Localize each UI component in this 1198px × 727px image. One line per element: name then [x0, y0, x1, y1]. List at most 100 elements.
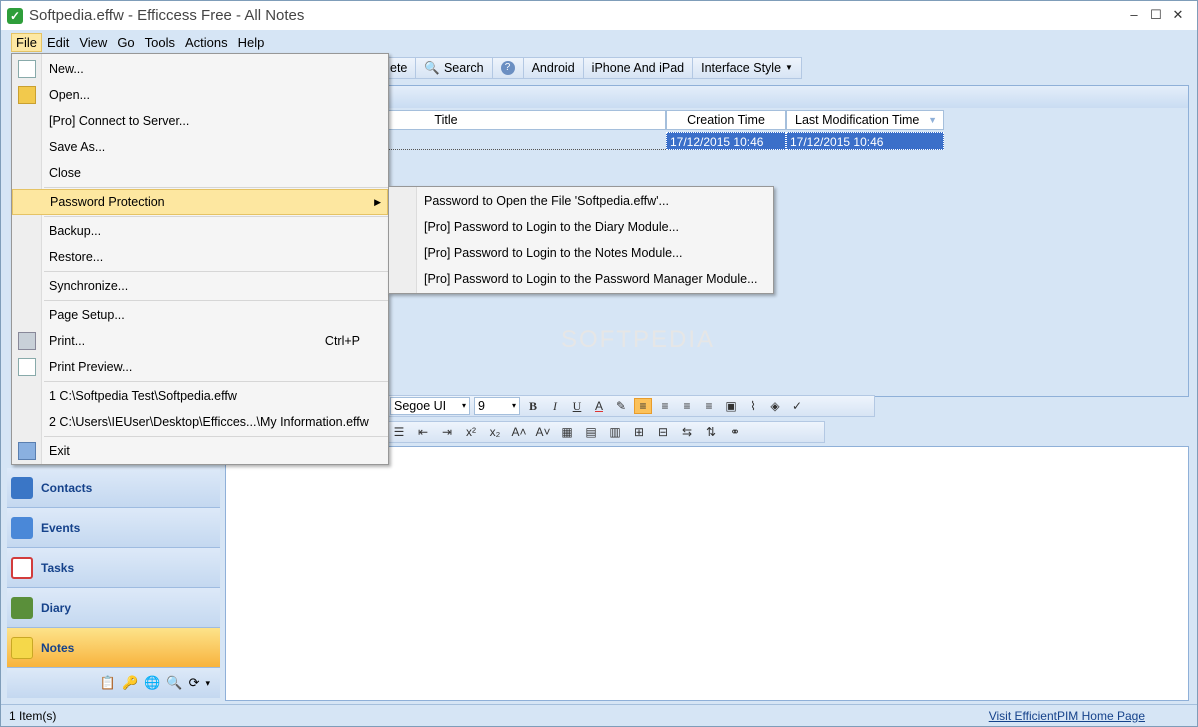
menu-connect-server[interactable]: [Pro] Connect to Server...	[12, 108, 388, 134]
menu-recent-1[interactable]: 1 C:\Softpedia Test\Softpedia.effw	[12, 383, 388, 409]
nav-notes[interactable]: Notes	[7, 628, 220, 668]
nav-events[interactable]: Events	[7, 508, 220, 548]
shrink-font-icon[interactable]: A˅	[534, 425, 552, 439]
home-page-link[interactable]: Visit EfficientPIM Home Page	[989, 709, 1145, 723]
font-color-button[interactable]: A	[590, 399, 608, 413]
search-icon: 🔍	[424, 61, 440, 75]
menu-backup[interactable]: Backup...	[12, 218, 388, 244]
globe-icon[interactable]: 🌐	[144, 675, 160, 691]
key-icon[interactable]: 🔑	[122, 675, 138, 691]
indent-icon[interactable]: ⇥	[438, 425, 456, 439]
align-right-icon[interactable]: ≡	[678, 399, 696, 413]
menu-password-diary[interactable]: [Pro] Password to Login to the Diary Mod…	[424, 214, 679, 240]
nav-diary[interactable]: Diary	[7, 588, 220, 628]
font-select[interactable]: Segoe UI ▾	[390, 397, 470, 415]
printer-icon	[18, 332, 36, 350]
main-toolbar: ete 🔍 Search ? Android iPhone And iPad In…	[381, 57, 802, 79]
menu-password-notes[interactable]: [Pro] Password to Login to the Notes Mod…	[424, 240, 682, 266]
menu-view[interactable]: View	[74, 33, 112, 52]
italic-button[interactable]: I	[546, 399, 564, 414]
menu-new[interactable]: New...	[12, 56, 388, 82]
menu-restore[interactable]: Restore...	[12, 244, 388, 270]
row-creation-time[interactable]: 17/12/2015 10:46	[666, 132, 786, 150]
grow-font-icon[interactable]: A˄	[510, 425, 528, 439]
title-bar: ✓ Softpedia.effw - Efficcess Free - All …	[1, 1, 1197, 30]
menu-tools[interactable]: Tools	[140, 33, 180, 52]
maximize-button[interactable]: ☐	[1145, 5, 1167, 25]
close-button[interactable]: ✕	[1167, 5, 1189, 25]
menu-print-preview[interactable]: Print Preview...	[12, 354, 388, 380]
clipboard-icon[interactable]: 📋	[100, 675, 116, 691]
menu-recent-2[interactable]: 2 C:\Users\IEUser\Desktop\Efficces...\My…	[12, 409, 388, 435]
table-delete-icon[interactable]: ⊟	[654, 425, 672, 439]
superscript-button[interactable]: x²	[462, 425, 480, 439]
menu-go[interactable]: Go	[112, 33, 139, 52]
iphone-button[interactable]: iPhone And iPad	[584, 58, 694, 78]
menu-password-open-file[interactable]: Password to Open the File 'Softpedia.eff…	[424, 188, 669, 214]
nav-tasks[interactable]: Tasks	[7, 548, 220, 588]
menu-page-setup[interactable]: Page Setup...	[12, 302, 388, 328]
status-bar: 1 Item(s) Visit EfficientPIM Home Page	[1, 704, 1197, 726]
bold-button[interactable]: B	[524, 399, 542, 414]
nav-notes-label: Notes	[41, 640, 75, 655]
insert-image-icon[interactable]: ▣	[722, 399, 740, 413]
watermark: SOFTPEDIA	[561, 326, 716, 353]
search-icon[interactable]: 🔍	[166, 675, 182, 691]
column-modification-time[interactable]: Last Modification Time ▼	[786, 110, 944, 130]
table-insert-icon[interactable]: ⊞	[630, 425, 648, 439]
column-modification-label: Last Modification Time	[795, 113, 920, 127]
menu-synchronize[interactable]: Synchronize...	[12, 273, 388, 299]
highlight-icon[interactable]: ✎	[612, 399, 630, 413]
subscript-button[interactable]: x₂	[486, 425, 504, 439]
menu-save-as[interactable]: Save As...	[12, 134, 388, 160]
underline-button[interactable]: U	[568, 399, 586, 414]
interface-style-button[interactable]: Interface Style ▼	[693, 58, 801, 78]
font-dropdown-icon: ▾	[461, 401, 466, 410]
dropdown-arrow-icon: ▼	[785, 63, 793, 72]
android-button[interactable]: Android	[524, 58, 584, 78]
font-size-select[interactable]: 9 ▾	[474, 397, 520, 415]
menu-save-as-label: Save As...	[49, 140, 106, 154]
sync-icon[interactable]: ⟳	[189, 675, 200, 691]
nav-events-label: Events	[41, 520, 81, 535]
menu-exit[interactable]: Exit	[12, 438, 388, 464]
nav-contacts[interactable]: Contacts	[7, 468, 220, 508]
menu-open[interactable]: Open...	[12, 82, 388, 108]
minimize-button[interactable]: –	[1123, 5, 1145, 25]
insert-link-icon[interactable]: ⚭	[726, 425, 744, 439]
attachment-icon[interactable]: ⌇	[744, 399, 762, 413]
menu-print-preview-label: Print Preview...	[49, 360, 133, 374]
menu-help[interactable]: Help	[233, 33, 270, 52]
note-editor[interactable]	[225, 446, 1189, 701]
menu-edit[interactable]: Edit	[42, 33, 74, 52]
format-toolbar: Segoe UI ▾ 9 ▾ B I U A ✎ ≡ ≡ ≡ ≡ ▣ ⌇ ◈ ✓	[385, 395, 875, 417]
menu-page-setup-label: Page Setup...	[49, 308, 125, 322]
search-button[interactable]: 🔍 Search	[416, 58, 493, 78]
justify-icon[interactable]: ≡	[700, 399, 718, 413]
menu-password-manager[interactable]: [Pro] Password to Login to the Password …	[424, 266, 758, 292]
list-icon[interactable]: ☰	[390, 425, 408, 439]
menu-close[interactable]: Close	[12, 160, 388, 186]
menu-password-protection[interactable]: Password Protection ▶	[12, 189, 388, 215]
align-center-icon[interactable]: ≡	[656, 399, 674, 413]
spellcheck-icon[interactable]: ✓	[788, 399, 806, 413]
table-col-icon[interactable]: ▥	[606, 425, 624, 439]
configure-buttons-icon[interactable]: ▾	[205, 678, 210, 689]
split-cells-icon[interactable]: ⇅	[702, 425, 720, 439]
menu-actions[interactable]: Actions	[180, 33, 233, 52]
row-modification-time[interactable]: 17/12/2015 10:46	[786, 132, 944, 150]
menu-separator	[44, 271, 388, 272]
align-left-icon[interactable]: ≡	[634, 398, 652, 414]
table-row-icon[interactable]: ▤	[582, 425, 600, 439]
menu-print[interactable]: Print... Ctrl+P	[12, 328, 388, 354]
menu-new-label: New...	[49, 62, 84, 76]
font-size-value: 9	[478, 399, 485, 413]
insert-table-icon[interactable]: ▦	[558, 425, 576, 439]
column-creation-time[interactable]: Creation Time	[666, 110, 786, 130]
menu-file[interactable]: File	[11, 32, 42, 52]
outdent-icon[interactable]: ⇤	[414, 425, 432, 439]
merge-cells-icon[interactable]: ⇆	[678, 425, 696, 439]
help-button[interactable]: ?	[493, 58, 524, 78]
nav-tasks-label: Tasks	[41, 560, 75, 575]
paste-special-icon[interactable]: ◈	[766, 399, 784, 413]
